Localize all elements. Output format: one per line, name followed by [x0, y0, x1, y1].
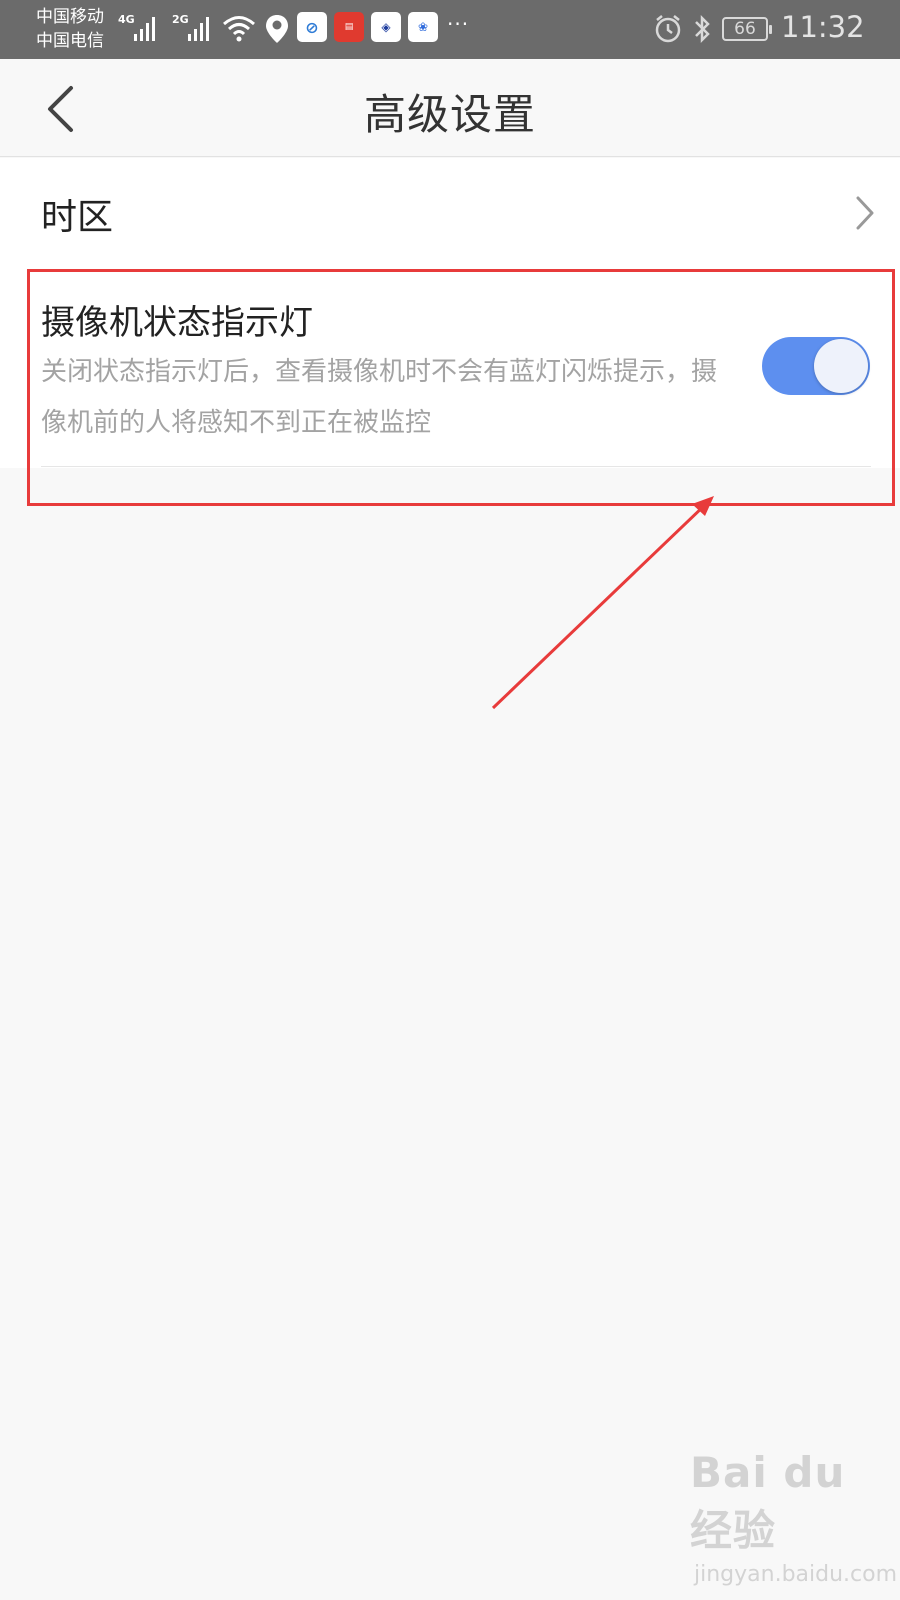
watermark-url: jingyan.baidu.com [694, 1562, 898, 1587]
baidu-jingyan-watermark: Bai du 经验 jingyan.baidu.com [690, 1448, 900, 1587]
annotation-arrow-icon [491, 496, 714, 710]
watermark-logo: Bai du 经验 [690, 1448, 846, 1555]
